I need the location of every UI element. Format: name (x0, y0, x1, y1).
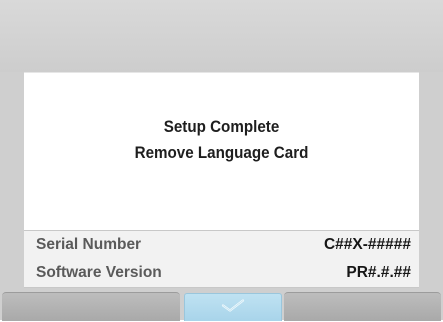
software-version-value: PR#.#.## (346, 264, 411, 281)
serial-number-value: C##X-##### (323, 236, 411, 253)
confirm-button[interactable] (184, 293, 282, 321)
right-soft-button[interactable] (284, 292, 441, 321)
left-soft-button[interactable] (2, 292, 180, 321)
setup-complete-text: Setup Complete (163, 118, 280, 136)
device-screen: Setup Complete Remove Language Card Seri… (0, 0, 443, 321)
message-panel: Setup Complete Remove Language Card (24, 72, 419, 230)
serial-number-row: Serial Number C##X-##### (24, 230, 419, 260)
software-version-row: Software Version PR#.#.## (24, 259, 419, 288)
serial-number-label: Serial Number (36, 236, 142, 253)
remove-card-text: Remove Language Card (134, 144, 309, 162)
top-bar (0, 0, 443, 72)
software-version-label: Software Version (36, 264, 162, 281)
checkmark-icon (220, 298, 246, 317)
